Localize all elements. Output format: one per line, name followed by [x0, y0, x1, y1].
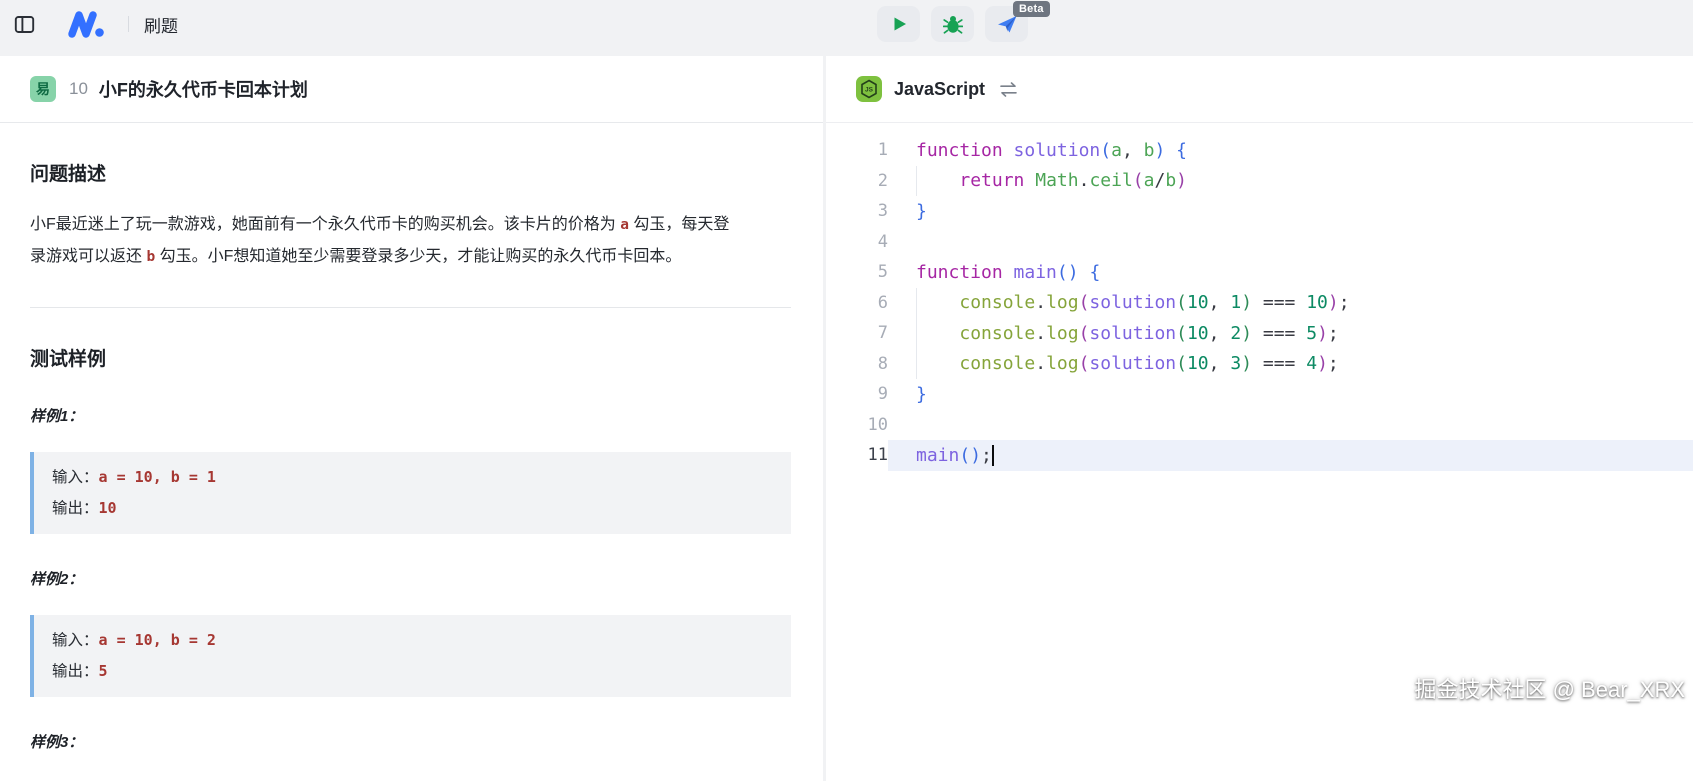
code-line[interactable]: 8 console.log(solution(10, 3) === 4); — [826, 349, 1693, 380]
example-label: 样例3： — [30, 731, 791, 752]
beta-badge: Beta — [1013, 1, 1050, 17]
problem-description-text: 小F最近迷上了玩一款游戏，她面前有一个永久代币卡的购买机会。该卡片的价格为 a … — [30, 209, 736, 273]
play-icon — [889, 14, 909, 34]
example-row-label: 输出： — [52, 663, 99, 680]
code-line[interactable]: 11main(); — [826, 440, 1693, 471]
code-line-content: return Math.ceil(a/b) — [888, 166, 1693, 197]
example-label: 样例1： — [30, 405, 791, 426]
nodejs-icon: JS — [856, 76, 882, 102]
description-heading: 问题描述 — [30, 159, 791, 186]
indent-guide — [916, 318, 917, 349]
code-line-content — [888, 227, 1693, 258]
code-area: 1function solution(a, b) {2 return Math.… — [826, 135, 1693, 471]
code-line[interactable]: 5function main() { — [826, 257, 1693, 288]
code-line[interactable]: 1function solution(a, b) { — [826, 135, 1693, 166]
example-row: 输入：a = 10, b = 2 — [52, 625, 773, 656]
example-row-code: a = 10, b = 2 — [99, 631, 216, 649]
line-number: 4 — [826, 232, 888, 252]
code-line[interactable]: 10 — [826, 410, 1693, 441]
code-line-content: function solution(a, b) { — [888, 135, 1693, 166]
code-line-content: console.log(solution(10, 1) === 10); — [888, 288, 1693, 319]
inline-code: a — [620, 217, 629, 233]
svg-text:JS: JS — [865, 87, 874, 94]
switch-language-button[interactable] — [999, 82, 1018, 97]
line-number: 5 — [826, 262, 888, 282]
indent-guide — [916, 349, 917, 380]
code-line-content: } — [888, 379, 1693, 410]
example-row-code: 5 — [99, 662, 108, 680]
example-block: 输入：a = 10, b = 1输出：10 — [30, 452, 791, 534]
example-block: 输入：a = 10, b = 2输出：5 — [30, 615, 791, 697]
topbar: 刷题 Beta — [0, 0, 1693, 48]
line-number: 6 — [826, 293, 888, 313]
problem-panel: 易 10 小F的永久代币卡回本计划 问题描述 小F最近迷上了玩一款游戏，她面前有… — [0, 56, 823, 781]
code-line[interactable]: 7 console.log(solution(10, 2) === 5); — [826, 318, 1693, 349]
problem-header: 易 10 小F的永久代币卡回本计划 — [0, 56, 823, 123]
problem-body: 问题描述 小F最近迷上了玩一款游戏，她面前有一个永久代币卡的购买机会。该卡片的价… — [0, 123, 823, 752]
indent-guide — [916, 288, 917, 319]
code-line-content: console.log(solution(10, 3) === 4); — [888, 349, 1693, 380]
examples-list: 样例1：输入：a = 10, b = 1输出：10样例2：输入：a = 10, … — [30, 405, 791, 752]
app-title: 刷题 — [144, 12, 178, 37]
editor-panel: JS JavaScript 1function solution(a, b) {… — [826, 56, 1693, 781]
inline-code: b — [146, 249, 155, 265]
submit-button[interactable]: Beta — [985, 6, 1028, 42]
language-selector: JS JavaScript — [826, 56, 1693, 123]
code-line-content: main(); — [888, 440, 1693, 471]
code-line-content — [888, 410, 1693, 441]
example-row: 输出：5 — [52, 656, 773, 687]
code-line-content: } — [888, 196, 1693, 227]
problem-id: 10 — [69, 79, 88, 99]
sidebar-toggle-button[interactable] — [14, 14, 35, 35]
examples-heading: 测试样例 — [30, 344, 791, 371]
brand-divider — [128, 16, 129, 32]
text-cursor — [992, 445, 994, 466]
marscode-logo[interactable] — [66, 9, 112, 39]
code-line[interactable]: 2 return Math.ceil(a/b) — [826, 166, 1693, 197]
example-row-code: a = 10, b = 1 — [99, 468, 216, 486]
example-row-code: 10 — [99, 499, 117, 517]
debug-button[interactable] — [931, 6, 974, 42]
example-label: 样例2： — [30, 568, 791, 589]
line-number: 9 — [826, 384, 888, 404]
code-line[interactable]: 6 console.log(solution(10, 1) === 10); — [826, 288, 1693, 319]
example-row-label: 输入： — [52, 469, 99, 486]
example-row: 输出：10 — [52, 493, 773, 524]
bug-icon — [943, 14, 963, 34]
code-editor[interactable]: 1function solution(a, b) {2 return Math.… — [826, 123, 1693, 471]
example-row-label: 输出： — [52, 500, 99, 517]
example-row: 输入：a = 10, b = 1 — [52, 462, 773, 493]
problem-title: 小F的永久代币卡回本计划 — [99, 76, 308, 102]
editor-actions: Beta — [877, 6, 1028, 42]
line-number: 1 — [826, 140, 888, 160]
layout-sidebar-icon — [14, 14, 35, 35]
swap-arrows-icon — [999, 82, 1018, 97]
section-divider — [30, 307, 791, 308]
line-number: 8 — [826, 354, 888, 374]
line-number: 3 — [826, 201, 888, 221]
language-label: JavaScript — [894, 79, 985, 100]
line-number: 2 — [826, 171, 888, 191]
code-line-content: console.log(solution(10, 2) === 5); — [888, 318, 1693, 349]
run-code-button[interactable] — [877, 6, 920, 42]
line-number: 10 — [826, 415, 888, 435]
code-line[interactable]: 4 — [826, 227, 1693, 258]
code-line-content: function main() { — [888, 257, 1693, 288]
main-area: 易 10 小F的永久代币卡回本计划 问题描述 小F最近迷上了玩一款游戏，她面前有… — [0, 56, 1693, 781]
indent-guide — [916, 166, 917, 197]
code-line[interactable]: 3} — [826, 196, 1693, 227]
example-row-label: 输入： — [52, 632, 99, 649]
code-line[interactable]: 9} — [826, 379, 1693, 410]
difficulty-badge: 易 — [30, 76, 56, 102]
line-number: 7 — [826, 323, 888, 343]
line-number: 11 — [826, 445, 888, 465]
